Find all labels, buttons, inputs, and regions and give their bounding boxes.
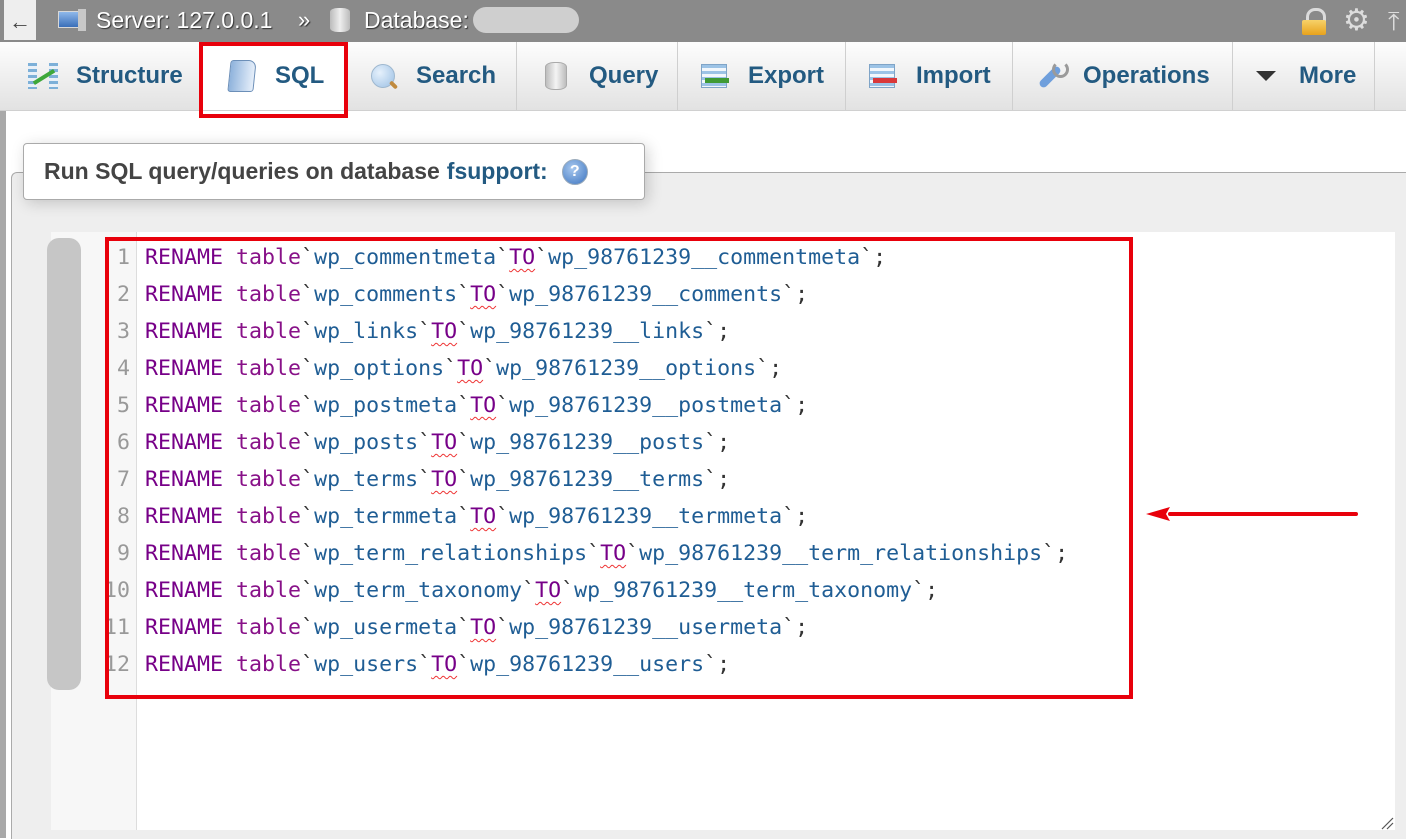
database-name: fsupport: — [446, 158, 548, 184]
lock-icon[interactable] — [1302, 8, 1326, 35]
tab-label: Structure — [76, 62, 183, 89]
tab-more[interactable]: More — [1233, 42, 1375, 110]
arrow-head — [1146, 507, 1170, 521]
resize-grip-icon[interactable] — [1380, 816, 1394, 830]
tab-structure[interactable]: Structure — [6, 42, 201, 110]
wrench-icon — [1033, 59, 1069, 93]
search-icon — [366, 59, 400, 93]
tab-export[interactable]: Export — [678, 42, 846, 110]
breadcrumb-database[interactable]: Database: — [330, 5, 579, 35]
tab-label: Import — [916, 62, 991, 89]
query-icon — [539, 59, 573, 93]
tab-search[interactable]: Search — [346, 42, 517, 110]
dropdown-triangle-icon — [1249, 59, 1283, 93]
code-highlight — [105, 237, 1133, 699]
sql-tab-highlight — [199, 42, 348, 118]
breadcrumb-separator: » — [298, 7, 311, 32]
tab-operations[interactable]: Operations — [1013, 42, 1233, 110]
help-icon[interactable]: ? — [561, 158, 588, 185]
tab-label: Search — [416, 62, 497, 89]
tab-label: Query — [589, 62, 659, 89]
database-icon — [330, 8, 350, 32]
structure-icon — [26, 59, 60, 93]
tab-query[interactable]: Query — [517, 42, 678, 110]
panel-title-text: Run SQL query/queries on database — [44, 158, 440, 184]
server-label: Server: 127.0.0.1 — [96, 6, 273, 33]
server-icon — [58, 9, 86, 31]
tab-label: More — [1299, 62, 1357, 89]
tab-import[interactable]: Import — [846, 42, 1013, 110]
collapse-icon[interactable]: ⤒ — [1388, 4, 1400, 38]
import-icon — [866, 59, 900, 93]
sql-panel-title: Run SQL query/queries on database fsuppo… — [23, 143, 645, 200]
back-button[interactable]: ← — [4, 0, 36, 40]
back-arrow-icon: ← — [9, 9, 31, 34]
database-label: Database: — [364, 6, 469, 33]
redacted-database-name — [472, 7, 579, 33]
annotation-arrow — [1146, 507, 1358, 521]
export-icon — [698, 59, 732, 93]
tab-label: Operations — [1083, 62, 1210, 89]
tab-label: Export — [748, 62, 825, 89]
gear-icon[interactable]: ⚙ — [1343, 4, 1370, 38]
navigation-panel-edge — [0, 42, 6, 838]
breadcrumb-server[interactable]: Server: 127.0.0.1 — [58, 5, 272, 35]
server-breadcrumb-bar: ← Server: 127.0.0.1 » Database: ⚙ ⤒ — [0, 0, 1406, 42]
